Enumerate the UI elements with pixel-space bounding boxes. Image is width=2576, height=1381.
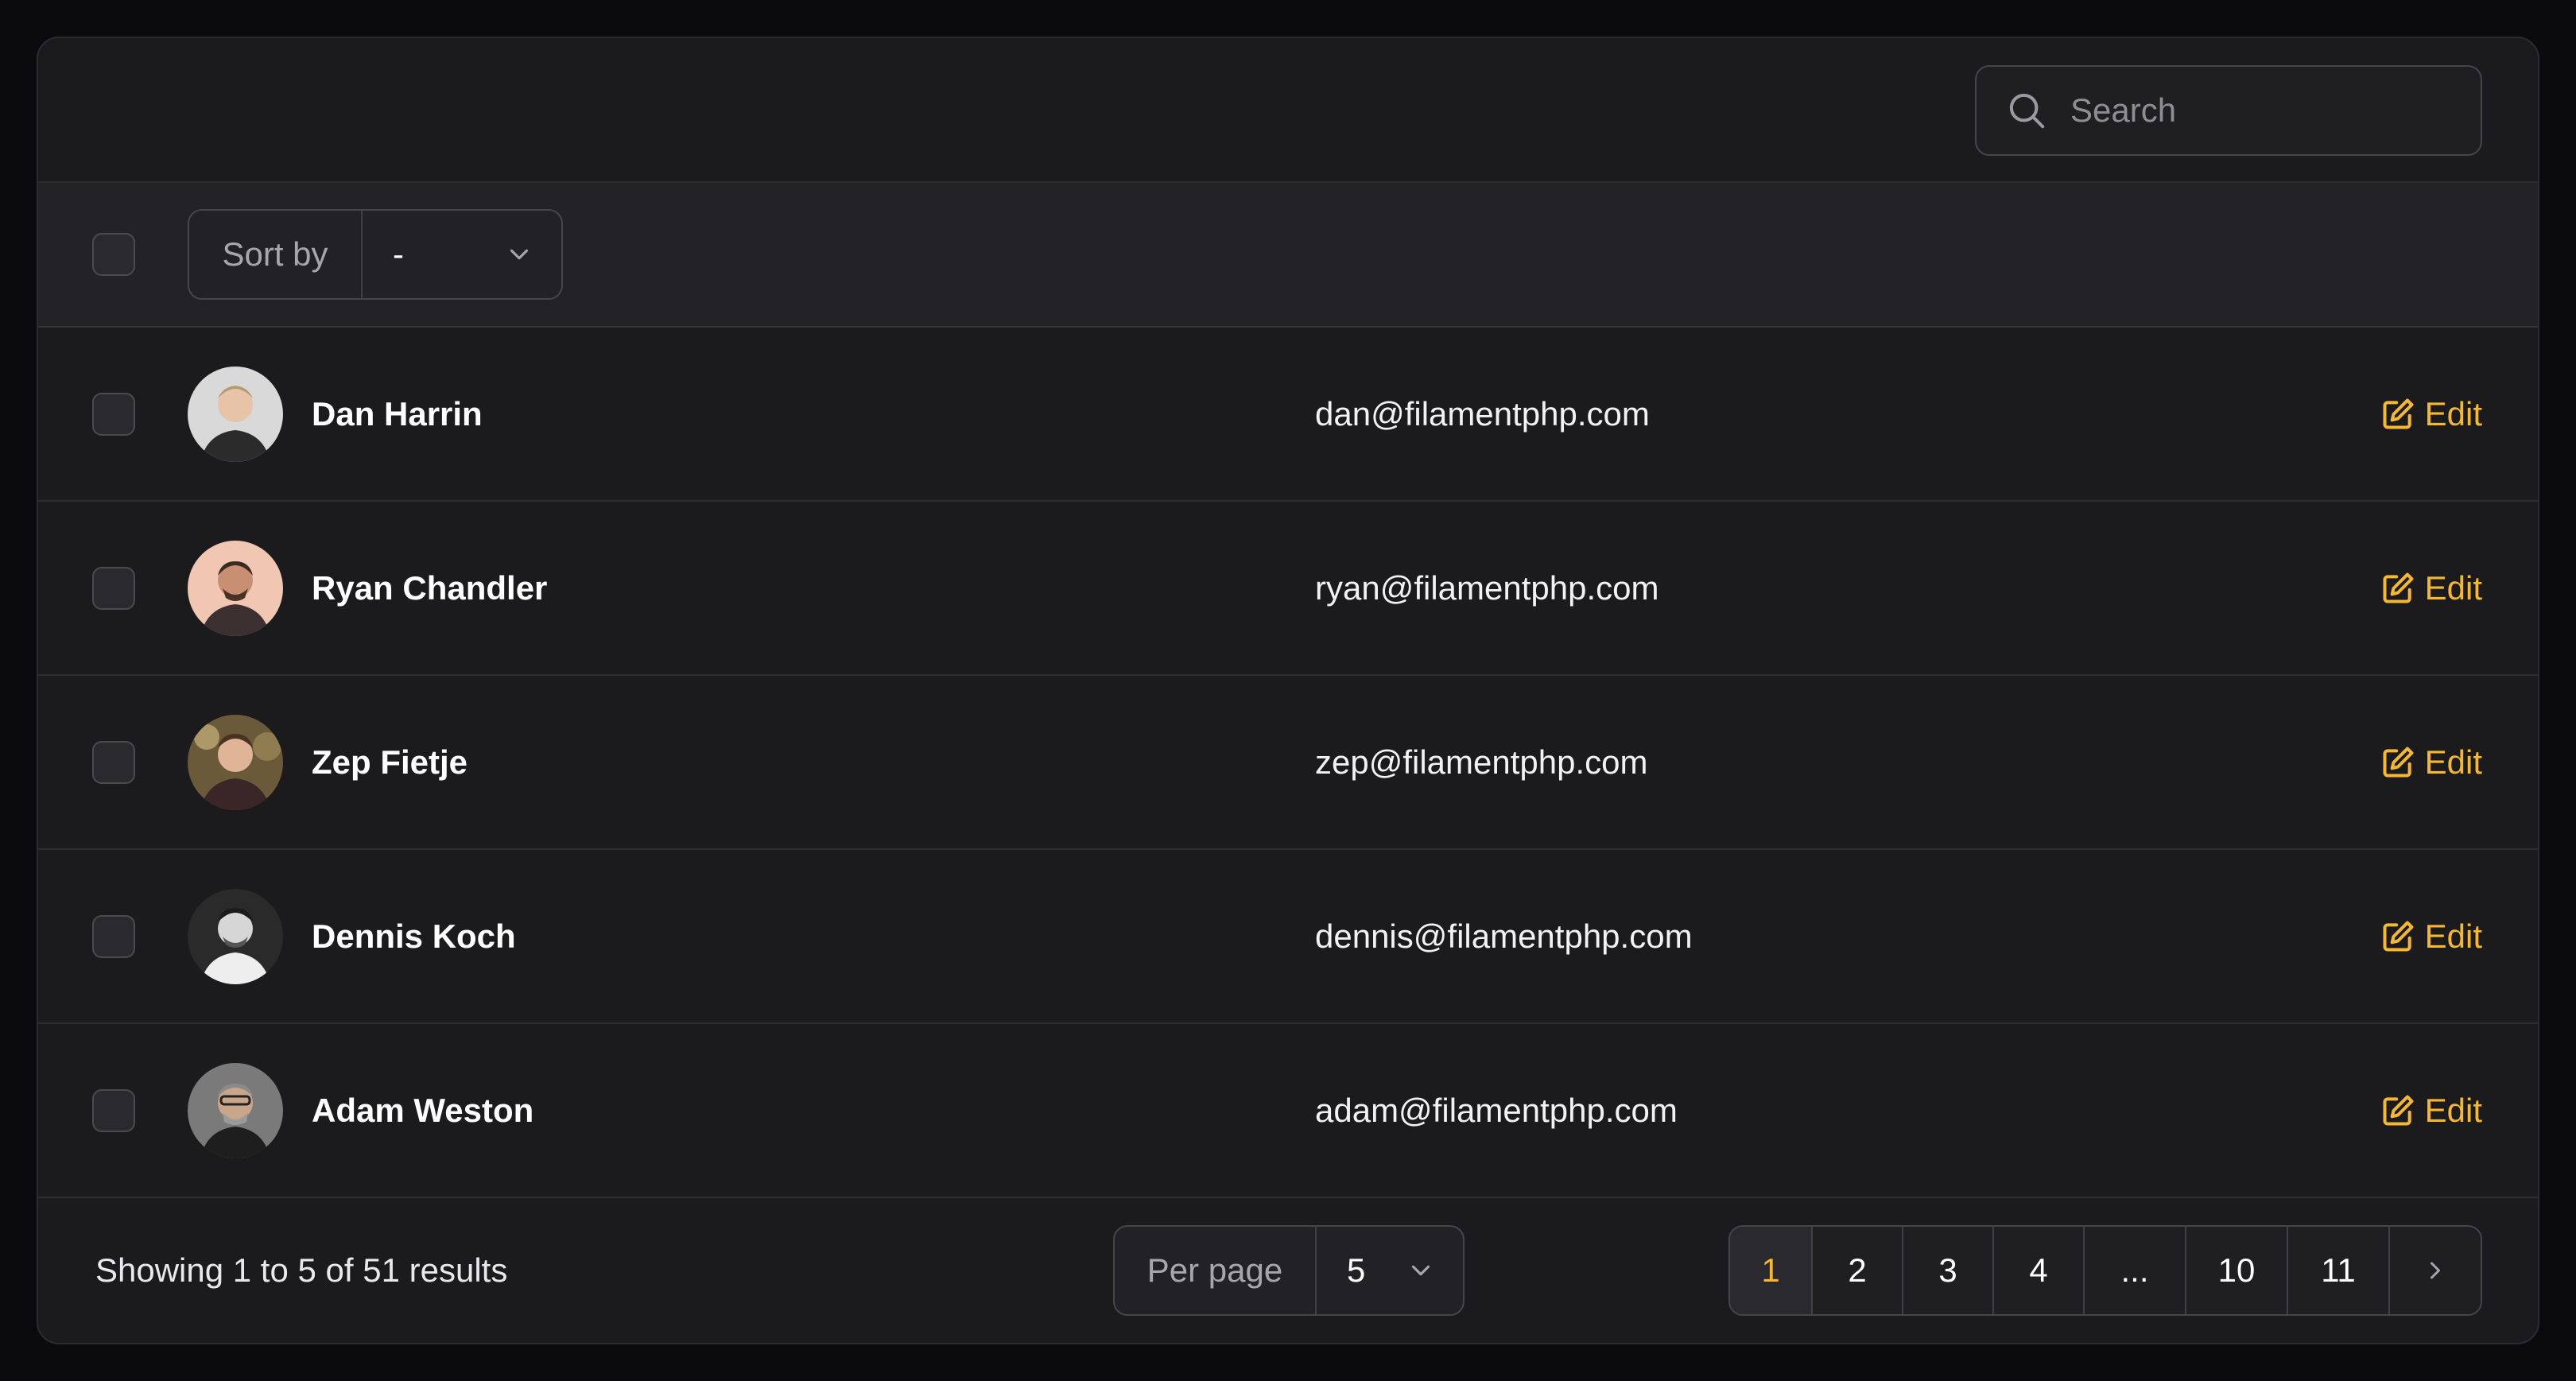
user-email: dan@filamentphp.com [1315, 394, 1650, 433]
row-checkbox[interactable] [92, 914, 135, 958]
row-checkbox[interactable] [92, 740, 135, 784]
page-button-10[interactable]: 10 [2186, 1227, 2288, 1314]
sort-select[interactable]: - [363, 211, 561, 298]
table-row: Ryan Chandler ryan@filamentphp.com Edit [38, 502, 2538, 676]
sort-control[interactable]: Sort by - [188, 209, 563, 300]
avatar [188, 366, 283, 462]
row-checkbox[interactable] [92, 392, 135, 436]
table-row: Dennis Koch dennis@filamentphp.com Edit [38, 850, 2538, 1024]
next-page-button[interactable] [2390, 1227, 2481, 1314]
edit-label: Edit [2424, 568, 2482, 607]
user-email: adam@filamentphp.com [1315, 1091, 1678, 1129]
user-name: Dennis Koch [312, 917, 516, 955]
user-name: Zep Fietje [312, 743, 468, 781]
search-icon [2009, 93, 2045, 129]
edit-icon [2383, 398, 2414, 429]
per-page-select[interactable]: 5 [1317, 1227, 1463, 1314]
page-button-3[interactable]: 3 [1903, 1227, 1994, 1314]
row-checkbox[interactable] [92, 1088, 135, 1132]
users-table-card: Sort by - Dan Harrin dan@filamentphp.com… [37, 37, 2539, 1344]
page-button-2[interactable]: 2 [1813, 1227, 1903, 1314]
page-button-1[interactable]: 1 [1730, 1227, 1813, 1314]
user-email: ryan@filamentphp.com [1315, 568, 1659, 607]
edit-button[interactable]: Edit [2380, 917, 2482, 956]
table-toolbar [38, 38, 2538, 183]
edit-button[interactable]: Edit [2380, 569, 2482, 607]
edit-icon [2383, 572, 2414, 603]
user-name: Dan Harrin [312, 394, 483, 433]
chevron-down-icon [510, 249, 529, 260]
edit-label: Edit [2424, 1091, 2482, 1129]
per-page-value: 5 [1347, 1251, 1366, 1289]
sort-value: - [393, 235, 404, 273]
edit-button[interactable]: Edit [2380, 395, 2482, 433]
table-row: Zep Fietje zep@filamentphp.com Edit [38, 676, 2538, 850]
table-header: Sort by - [38, 183, 2538, 328]
avatar [188, 1062, 283, 1158]
avatar [188, 540, 283, 636]
pagination: 1 2 3 4 ... 10 11 [1728, 1225, 2482, 1316]
per-page-control[interactable]: Per page 5 [1113, 1225, 1465, 1316]
search-input[interactable] [2070, 91, 2452, 130]
table-row: Adam Weston adam@filamentphp.com Edit [38, 1024, 2538, 1198]
table-footer: Showing 1 to 5 of 51 results Per page 5 … [38, 1198, 2538, 1343]
edit-icon [2383, 1095, 2414, 1126]
user-email: zep@filamentphp.com [1315, 743, 1648, 781]
avatar [188, 888, 283, 984]
edit-icon [2383, 921, 2414, 952]
edit-button[interactable]: Edit [2380, 743, 2482, 782]
table-row: Dan Harrin dan@filamentphp.com Edit [38, 328, 2538, 502]
edit-label: Edit [2424, 743, 2482, 781]
edit-label: Edit [2424, 394, 2482, 433]
per-page-label: Per page [1115, 1227, 1317, 1314]
user-name: Adam Weston [312, 1091, 534, 1129]
chevron-right-icon [2431, 1262, 2440, 1279]
sort-label: Sort by [189, 211, 363, 298]
row-checkbox[interactable] [92, 566, 135, 610]
page-button-11[interactable]: 11 [2288, 1227, 2390, 1314]
edit-label: Edit [2424, 917, 2482, 955]
chevron-down-icon [1411, 1265, 1430, 1276]
edit-button[interactable]: Edit [2380, 1092, 2482, 1130]
page-button-4[interactable]: 4 [1994, 1227, 2085, 1314]
select-all-checkbox[interactable] [92, 233, 135, 276]
page-ellipsis: ... [2085, 1227, 2186, 1314]
user-name: Ryan Chandler [312, 568, 548, 607]
edit-icon [2383, 747, 2414, 778]
avatar [188, 714, 283, 810]
user-email: dennis@filamentphp.com [1315, 917, 1693, 955]
search-box[interactable] [1975, 65, 2482, 156]
results-summary: Showing 1 to 5 of 51 results [95, 1251, 508, 1289]
